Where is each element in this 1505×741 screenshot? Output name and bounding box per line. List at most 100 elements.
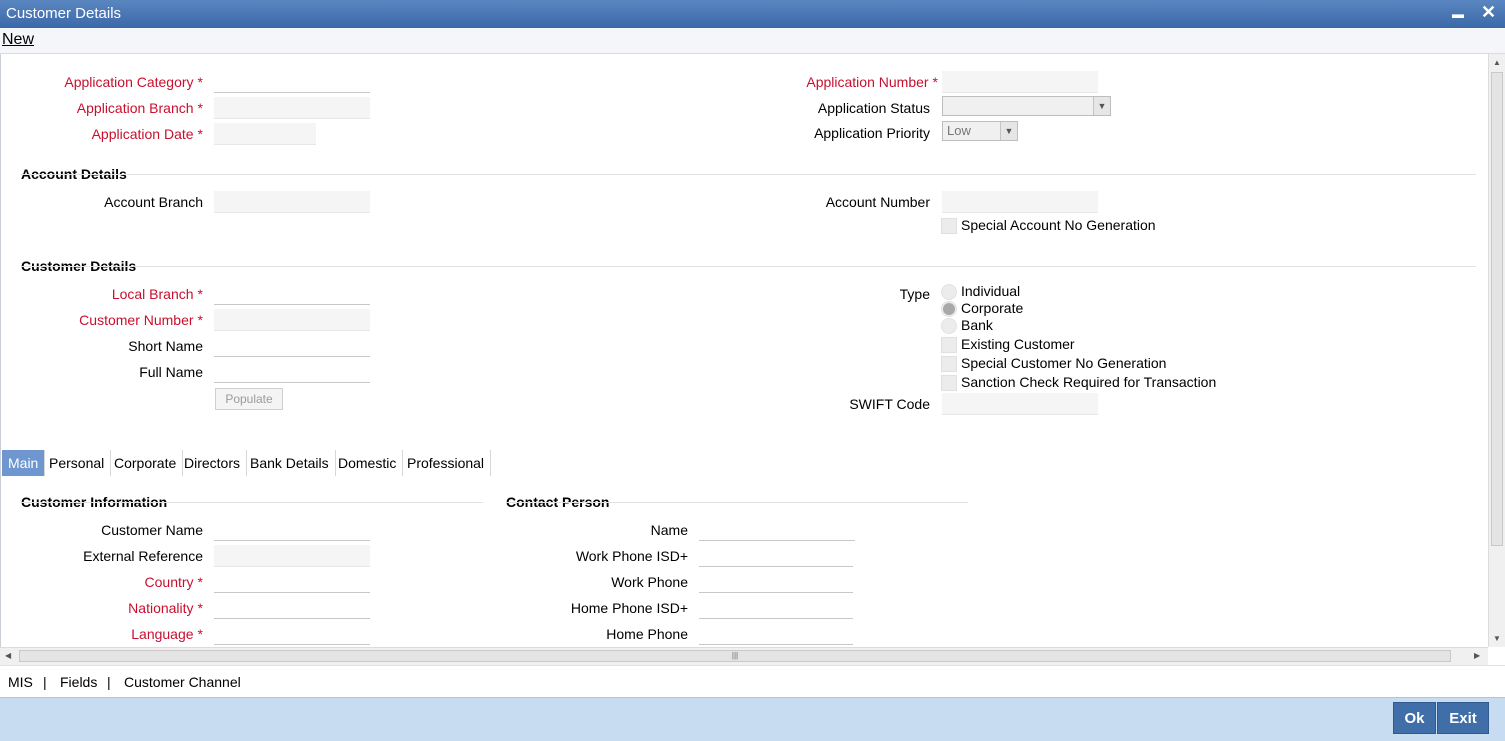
account-branch-input[interactable] bbox=[214, 191, 370, 213]
application-branch-label: Application Branch * bbox=[76, 100, 203, 116]
type-individual-radio[interactable] bbox=[941, 284, 957, 300]
ok-button[interactable]: Ok bbox=[1393, 702, 1436, 734]
application-number-label: Application Number * bbox=[806, 74, 938, 90]
tab-professional[interactable]: Professional bbox=[401, 450, 492, 476]
application-priority-label: Application Priority bbox=[814, 125, 930, 141]
work-phone-label: Work Phone bbox=[611, 574, 688, 590]
tab-directors[interactable]: Directors bbox=[178, 450, 248, 476]
sanction-check-checkbox[interactable] bbox=[941, 375, 957, 391]
horizontal-scroll-thumb[interactable]: ||| bbox=[19, 650, 1451, 662]
chevron-down-icon: ▼ bbox=[1093, 97, 1110, 115]
scroll-right-icon[interactable]: ▶ bbox=[1474, 651, 1480, 660]
home-phone-label: Home Phone bbox=[606, 626, 688, 642]
special-customer-no-label: Special Customer No Generation bbox=[961, 355, 1167, 371]
type-corporate-label: Corporate bbox=[961, 300, 1024, 316]
section-divider bbox=[21, 502, 483, 503]
exit-button[interactable]: Exit bbox=[1437, 702, 1489, 734]
minimize-icon[interactable]: ▬ bbox=[1452, 7, 1464, 21]
customer-number-input[interactable] bbox=[214, 309, 370, 331]
link-separator: | bbox=[43, 674, 47, 690]
title-bar: Customer Details ▬ ✕ bbox=[0, 0, 1505, 28]
local-branch-label: Local Branch * bbox=[111, 286, 203, 302]
link-separator: | bbox=[107, 674, 111, 690]
scroll-up-icon[interactable]: ▲ bbox=[1493, 58, 1501, 67]
customer-name-input[interactable] bbox=[214, 519, 370, 541]
customer-channel-link[interactable]: Customer Channel bbox=[124, 674, 241, 690]
home-phone-isd-input[interactable] bbox=[699, 597, 853, 619]
customer-name-label: Customer Name bbox=[101, 522, 203, 538]
section-divider bbox=[506, 502, 968, 503]
special-account-checkbox[interactable] bbox=[941, 218, 957, 234]
section-divider bbox=[21, 174, 1476, 175]
contact-name-label: Name bbox=[650, 522, 688, 538]
tab-corporate[interactable]: Corporate bbox=[108, 450, 184, 476]
swift-code-label: SWIFT Code bbox=[849, 396, 930, 412]
bottom-link-bar: MIS | Fields | Customer Channel bbox=[0, 665, 1505, 698]
form-content: Application Category * Application Branch… bbox=[0, 54, 1489, 647]
full-name-label: Full Name bbox=[139, 364, 203, 380]
fields-link[interactable]: Fields bbox=[60, 674, 97, 690]
application-number-input[interactable] bbox=[942, 71, 1098, 93]
language-input[interactable] bbox=[214, 623, 370, 645]
tab-domestic[interactable]: Domestic bbox=[332, 450, 404, 476]
section-divider bbox=[21, 266, 1476, 267]
country-label: Country * bbox=[144, 574, 203, 590]
account-branch-label: Account Branch bbox=[104, 194, 203, 210]
new-link[interactable]: New bbox=[2, 31, 34, 49]
type-bank-radio[interactable] bbox=[941, 318, 957, 334]
contact-name-input[interactable] bbox=[699, 519, 855, 541]
existing-customer-label: Existing Customer bbox=[961, 336, 1075, 352]
tab-bank-details[interactable]: Bank Details bbox=[244, 450, 336, 476]
application-priority-value: Low bbox=[947, 123, 971, 138]
type-individual-label: Individual bbox=[961, 283, 1021, 299]
home-phone-isd-label: Home Phone ISD+ bbox=[570, 600, 688, 616]
full-name-input[interactable] bbox=[214, 361, 370, 383]
short-name-input[interactable] bbox=[214, 335, 370, 357]
nationality-input[interactable] bbox=[214, 597, 370, 619]
type-corporate-radio[interactable] bbox=[941, 301, 957, 317]
application-branch-input[interactable] bbox=[214, 97, 370, 119]
tab-personal[interactable]: Personal bbox=[43, 450, 112, 476]
close-icon[interactable]: ✕ bbox=[1481, 2, 1496, 23]
sanction-check-label: Sanction Check Required for Transaction bbox=[961, 374, 1217, 390]
vertical-scroll-thumb[interactable] bbox=[1491, 72, 1503, 546]
short-name-label: Short Name bbox=[128, 338, 203, 354]
type-bank-label: Bank bbox=[961, 317, 993, 333]
chevron-down-icon: ▼ bbox=[1000, 122, 1017, 140]
account-number-label: Account Number bbox=[825, 194, 930, 210]
swift-code-input[interactable] bbox=[942, 393, 1098, 415]
language-label: Language * bbox=[131, 626, 203, 642]
menu-bar: New bbox=[0, 28, 1505, 54]
country-input[interactable] bbox=[214, 571, 370, 593]
horizontal-scrollbar[interactable]: ◀ ||| ▶ bbox=[0, 647, 1488, 665]
home-phone-input[interactable] bbox=[699, 623, 853, 645]
window-title: Customer Details bbox=[6, 5, 122, 22]
mis-link[interactable]: MIS bbox=[8, 674, 33, 690]
application-category-label: Application Category * bbox=[64, 74, 203, 90]
work-phone-isd-label: Work Phone ISD+ bbox=[575, 548, 688, 564]
scroll-down-icon[interactable]: ▼ bbox=[1493, 634, 1501, 643]
external-reference-label: External Reference bbox=[83, 548, 203, 564]
special-account-label: Special Account No Generation bbox=[961, 217, 1156, 233]
vertical-scrollbar[interactable]: ▲ ▼ bbox=[1488, 54, 1505, 647]
type-label: Type bbox=[899, 286, 930, 302]
customer-number-label: Customer Number * bbox=[79, 312, 203, 328]
work-phone-isd-input[interactable] bbox=[699, 545, 853, 567]
account-number-input[interactable] bbox=[942, 191, 1098, 213]
nationality-label: Nationality * bbox=[128, 600, 203, 616]
application-category-input[interactable] bbox=[214, 71, 370, 93]
existing-customer-checkbox[interactable] bbox=[941, 337, 957, 353]
scroll-left-icon[interactable]: ◀ bbox=[5, 651, 11, 660]
footer-bar: Ok Exit bbox=[0, 697, 1505, 741]
populate-button[interactable]: Populate bbox=[215, 388, 283, 410]
local-branch-input[interactable] bbox=[214, 283, 370, 305]
application-date-label: Application Date * bbox=[91, 126, 203, 142]
application-date-input[interactable] bbox=[214, 123, 316, 145]
work-phone-input[interactable] bbox=[699, 571, 853, 593]
application-status-select[interactable]: ▼ bbox=[942, 96, 1111, 116]
tab-main[interactable]: Main bbox=[2, 450, 46, 476]
application-priority-select[interactable]: Low ▼ bbox=[942, 121, 1018, 141]
special-customer-no-checkbox[interactable] bbox=[941, 356, 957, 372]
external-reference-input[interactable] bbox=[214, 545, 370, 567]
application-status-label: Application Status bbox=[817, 100, 930, 116]
